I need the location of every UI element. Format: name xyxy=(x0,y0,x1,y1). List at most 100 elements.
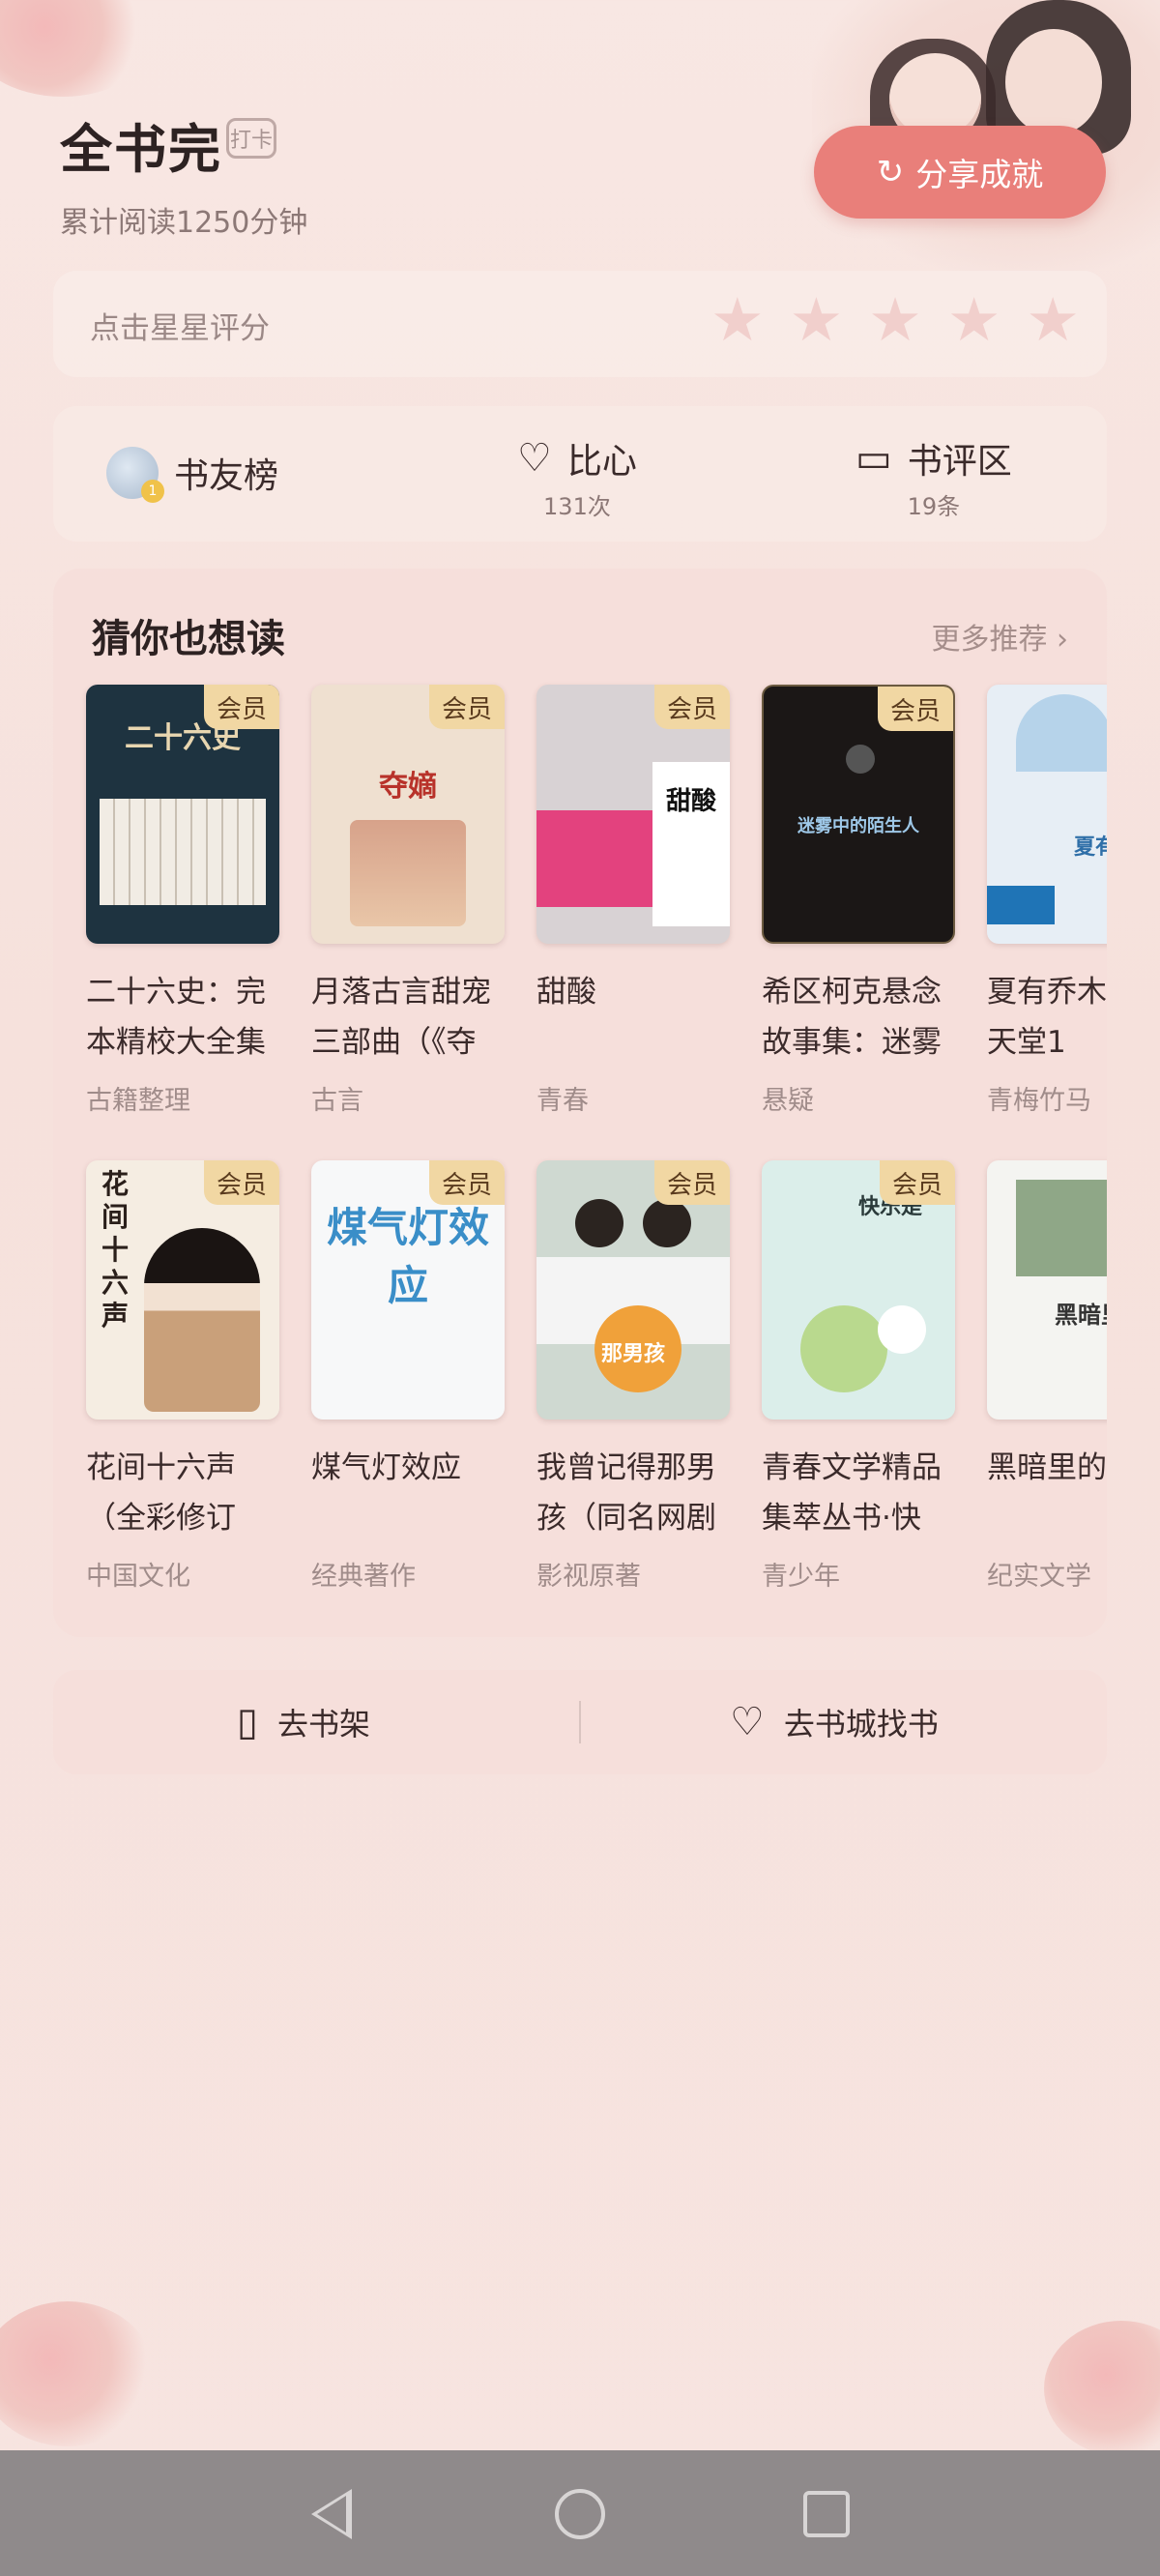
book-title: 夏有乔木雅望天堂1 xyxy=(987,975,1107,1060)
book-title: 甜酸 xyxy=(536,975,596,1010)
recent-apps-icon[interactable] xyxy=(803,2491,850,2537)
book-item[interactable]: 夏有乔木 夏有乔木雅望天堂1 青梅竹马 xyxy=(987,685,1107,1117)
book-item[interactable]: 煤气灯效应 会员 煤气灯效应 经典著作 xyxy=(311,1160,505,1593)
star-icon[interactable]: ★ xyxy=(710,290,765,350)
stat-label: 书评区 xyxy=(907,442,1012,482)
cover-title: 迷雾中的陌生人 xyxy=(798,816,919,836)
bookshelf-label: 去书架 xyxy=(277,1706,371,1742)
book-category: 古言 xyxy=(311,1086,363,1116)
more-recommend-label: 更多推荐 xyxy=(931,623,1048,657)
book-cover: 夏有乔木 xyxy=(987,685,1107,944)
book-item[interactable]: 那男孩 会员 我曾记得那男孩（同名网剧 影视原著 xyxy=(536,1160,730,1593)
stats-card: 1 书友榜 ♡ 比心 131次 ▭ 书评区 19条 xyxy=(53,406,1107,542)
book-category: 中国文化 xyxy=(86,1562,190,1592)
reading-time: 累计阅读1250分钟 xyxy=(60,206,308,240)
book-category: 影视原著 xyxy=(536,1562,641,1592)
book-item[interactable]: 甜酸 会员 甜酸 青春 xyxy=(536,685,730,1117)
bookshelf-icon: ▯ xyxy=(237,1700,259,1744)
book-title: 黑暗里的 xyxy=(987,1450,1107,1485)
blossom-decoration xyxy=(0,2301,155,2446)
book-cover: 快乐是 会员 xyxy=(762,1160,955,1420)
book-title: 我曾记得那男孩（同名网剧 xyxy=(536,1450,716,1536)
chevron-right-icon: › xyxy=(1057,623,1068,657)
book-category: 青春 xyxy=(536,1086,589,1116)
book-title: 青春文学精品集萃丛书·快 xyxy=(762,1450,942,1536)
back-icon-inner xyxy=(317,2496,346,2532)
bookstore-icon: ♡ xyxy=(730,1700,765,1744)
stat-label: 书友榜 xyxy=(174,456,279,496)
cover-title: 花间十六声 xyxy=(102,1168,130,1332)
page-title: 全书完 xyxy=(60,119,222,180)
book-cover: 甜酸 会员 xyxy=(536,685,730,944)
cover-title: 夺嫡 xyxy=(379,770,437,804)
book-item[interactable]: 花间十六声 会员 花间十六声（全彩修订 中国文化 xyxy=(86,1160,279,1593)
book-cover: 黑暗里 xyxy=(987,1160,1107,1420)
book-cover: 二十六史 会员 xyxy=(86,685,279,944)
book-cover: 花间十六声 会员 xyxy=(86,1160,279,1420)
cover-title: 黑暗里 xyxy=(1055,1302,1107,1329)
book-category: 经典著作 xyxy=(311,1562,416,1592)
book-cover: 夺嫡 会员 xyxy=(311,685,505,944)
vip-tag: 会员 xyxy=(429,685,505,729)
vip-tag: 会员 xyxy=(654,685,730,729)
more-recommend-link[interactable]: 更多推荐 › xyxy=(931,615,1068,658)
recommend-card: 猜你也想读 更多推荐 › 二十六史 会员 二十六史：完本精校大全集 古籍整理 夺… xyxy=(53,569,1107,1637)
cover-title: 那男孩 xyxy=(600,1342,665,1366)
book-title: 希区柯克悬念故事集：迷雾 xyxy=(762,975,942,1060)
book-item[interactable]: 迷雾中的陌生人 会员 希区柯克悬念故事集：迷雾 悬疑 xyxy=(762,685,955,1117)
book-item[interactable]: 快乐是 会员 青春文学精品集萃丛书·快 青少年 xyxy=(762,1160,955,1593)
bookstore-label: 去书城找书 xyxy=(783,1706,939,1742)
book-category: 纪实文学 xyxy=(987,1562,1091,1592)
cover-title: 夏有乔木 xyxy=(1074,835,1107,860)
divider xyxy=(579,1701,581,1743)
vip-tag: 会员 xyxy=(429,1160,505,1205)
star-icon[interactable]: ★ xyxy=(1026,290,1080,350)
stat-reader-ranking[interactable]: 1 书友榜 xyxy=(106,447,279,503)
book-category: 古籍整理 xyxy=(86,1086,190,1116)
book-item[interactable]: 黑暗里 黑暗里的 纪实文学 xyxy=(987,1160,1107,1593)
comment-icon: ▭ xyxy=(856,436,892,481)
star-rating: ★ ★ ★ ★ ★ xyxy=(710,290,1080,350)
book-item[interactable]: 二十六史 会员 二十六史：完本精校大全集 古籍整理 xyxy=(86,685,279,1117)
vip-tag: 会员 xyxy=(880,1160,955,1205)
star-icon[interactable]: ★ xyxy=(790,290,844,350)
cover-title: 甜酸 xyxy=(665,787,716,816)
star-icon[interactable]: ★ xyxy=(868,290,922,350)
book-category: 青梅竹马 xyxy=(987,1086,1091,1116)
book-title: 花间十六声（全彩修订 xyxy=(86,1450,236,1536)
vip-tag: 会员 xyxy=(878,687,953,731)
cover-title: 煤气灯效应 xyxy=(327,1204,490,1309)
stat-reviews[interactable]: ▭ 书评区 19条 xyxy=(856,433,1012,521)
vip-tag: 会员 xyxy=(204,685,279,729)
globe-medal-icon: 1 xyxy=(106,447,164,503)
page: 全书完 打卡 累计阅读1250分钟 ↻ 分享成就 点击星星评分 ★ ★ ★ ★ … xyxy=(0,0,1160,2576)
book-cover: 迷雾中的陌生人 会员 xyxy=(762,685,955,944)
share-achievement-button[interactable]: ↻ 分享成就 xyxy=(814,126,1106,219)
vip-tag: 会员 xyxy=(654,1160,730,1205)
go-bookstore-button[interactable]: ♡ 去书城找书 xyxy=(730,1670,939,1774)
blossom-decoration xyxy=(1044,2321,1160,2456)
share-icon: ↻ xyxy=(876,153,905,191)
book-item[interactable]: 夺嫡 会员 月落古言甜宠三部曲（《夺 古言 xyxy=(311,685,505,1117)
book-title: 二十六史：完本精校大全集 xyxy=(86,975,266,1060)
vip-tag: 会员 xyxy=(204,1160,279,1205)
system-nav-bar xyxy=(0,2450,1160,2576)
share-label: 分享成就 xyxy=(915,156,1044,193)
rating-card: 点击星星评分 ★ ★ ★ ★ ★ xyxy=(53,271,1107,377)
book-title: 煤气灯效应 xyxy=(311,1450,461,1485)
book-category: 青少年 xyxy=(762,1562,840,1592)
stat-likes[interactable]: ♡ 比心 131次 xyxy=(517,433,637,521)
book-category: 悬疑 xyxy=(762,1086,814,1116)
home-icon[interactable] xyxy=(555,2489,605,2539)
book-cover: 那男孩 会员 xyxy=(536,1160,730,1420)
bottom-actions: ▯ 去书架 ♡ 去书城找书 xyxy=(53,1670,1107,1774)
recommend-title: 猜你也想读 xyxy=(92,617,285,661)
stat-count: 19条 xyxy=(907,493,961,520)
book-cover: 煤气灯效应 会员 xyxy=(311,1160,505,1420)
go-bookshelf-button[interactable]: ▯ 去书架 xyxy=(237,1670,370,1774)
stat-count: 131次 xyxy=(543,493,611,520)
blossom-decoration xyxy=(0,0,155,97)
star-icon[interactable]: ★ xyxy=(947,290,1001,350)
stat-label: 比心 xyxy=(566,442,637,482)
checkin-badge[interactable]: 打卡 xyxy=(226,118,276,159)
